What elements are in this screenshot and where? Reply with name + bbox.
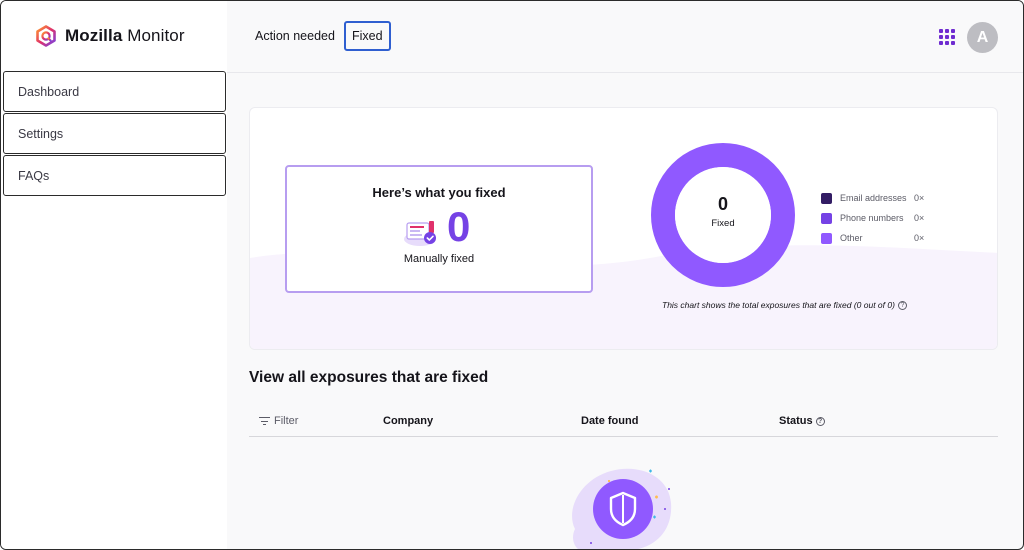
filter-icon [259, 417, 270, 425]
fixed-count: 0 [447, 203, 471, 250]
legend-count: 0× [914, 233, 925, 243]
legend-swatch [821, 192, 832, 204]
tab-fixed[interactable]: Fixed [344, 21, 391, 51]
chart-note: This chart shows the total exposures tha… [662, 300, 907, 310]
legend-label: Phone numbers [840, 213, 904, 223]
question-circle-icon[interactable]: ? [897, 300, 907, 310]
app-window: Mozilla Monitor Dashboard Settings FAQs … [0, 0, 1024, 550]
column-header-status-label: Status [779, 415, 813, 427]
legend-swatch [821, 212, 832, 224]
legend-label: Other [840, 233, 863, 243]
chart-legend: Email addresses 0× Phone numbers 0× Othe… [821, 188, 924, 248]
manually-fixed-box: Here’s what you fixed 0 Manually fixed [285, 165, 593, 293]
legend-count: 0× [914, 193, 925, 203]
fixed-count-label: Manually fixed [403, 253, 475, 265]
brand[interactable]: Mozilla Monitor [35, 25, 185, 47]
shield-illustration-icon [572, 468, 672, 549]
exposures-title: View all exposures that are fixed [249, 369, 489, 386]
donut-hole [675, 167, 771, 263]
legend-item-email: Email addresses 0× [821, 188, 924, 208]
fixed-summary-card: Here’s what you fixed 0 Manually fixed 0… [249, 107, 998, 350]
question-circle-icon[interactable]: ? [815, 416, 825, 426]
legend-count: 0× [914, 213, 925, 223]
donut-value: 0 [717, 194, 728, 214]
column-header-date-found: Date found [581, 415, 639, 427]
column-header-status: Status ? [779, 415, 825, 427]
brand-name: Mozilla Monitor [65, 26, 185, 45]
exposures-table-header: Filter Company Date found Status ? [249, 409, 998, 437]
legend-label: Email addresses [840, 193, 907, 203]
mozilla-monitor-logo-icon [36, 25, 56, 47]
legend-swatch [821, 232, 832, 244]
sidebar-nav: Dashboard Settings FAQs [3, 71, 226, 197]
sidebar-item-settings[interactable]: Settings [3, 113, 226, 154]
sidebar-item-faqs[interactable]: FAQs [3, 155, 226, 196]
sidebar-item-dashboard[interactable]: Dashboard [3, 71, 226, 112]
fixed-checklist-icon [404, 221, 436, 246]
sidebar: Mozilla Monitor Dashboard Settings FAQs [1, 1, 227, 549]
fixed-title: Here’s what you fixed [372, 185, 506, 200]
avatar[interactable]: A [967, 22, 998, 53]
column-header-company: Company [383, 415, 434, 427]
donut-label: Fixed [711, 218, 735, 229]
grid-apps-icon[interactable] [939, 29, 955, 45]
filter-button[interactable]: Filter [259, 415, 298, 427]
chart-note-text: This chart shows the total exposures tha… [662, 300, 895, 310]
legend-item-other: Other 0× [821, 228, 924, 248]
filter-label: Filter [274, 415, 299, 427]
legend-item-phone: Phone numbers 0× [821, 208, 924, 228]
top-header: Action needed Fixed A [227, 1, 1023, 73]
tab-action-needed[interactable]: Action needed [249, 21, 341, 51]
fixed-donut-chart [651, 143, 795, 287]
